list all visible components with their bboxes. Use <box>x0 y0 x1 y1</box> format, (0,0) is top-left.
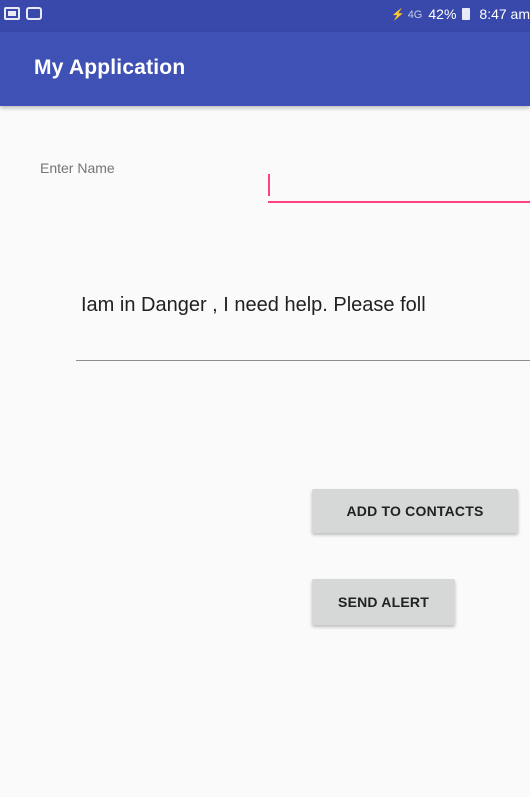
status-time: 8:47 am <box>479 6 530 22</box>
screen-mirror-icon <box>4 7 20 20</box>
battery-icon <box>462 8 471 20</box>
app-bar: My Application <box>0 32 530 106</box>
app-title: My Application <box>34 56 186 79</box>
name-underline <box>268 201 530 203</box>
notification-icon <box>26 7 42 20</box>
status-left-icons <box>4 7 42 20</box>
message-text[interactable]: Iam in Danger , I need help. Please foll <box>81 294 426 317</box>
name-field-container[interactable] <box>268 168 530 204</box>
name-input[interactable] <box>268 168 530 201</box>
message-field[interactable]: Iam in Danger , I need help. Please foll <box>76 284 530 362</box>
send-alert-button[interactable]: SEND ALERT <box>312 579 455 625</box>
app-screen: ⚡ 4G 42% 8:47 am My Application Enter Na… <box>0 0 530 797</box>
battery-percent: 42% <box>428 6 457 22</box>
message-underline <box>76 360 530 361</box>
status-right: ⚡ 4G 42% 8:47 am <box>391 6 530 22</box>
signal-icon: ⚡ 4G <box>390 8 423 21</box>
name-label: Enter Name <box>40 160 115 176</box>
text-cursor <box>268 174 270 196</box>
status-bar: ⚡ 4G 42% 8:47 am <box>0 0 530 32</box>
add-to-contacts-button[interactable]: ADD TO CONTACTS <box>312 489 518 533</box>
